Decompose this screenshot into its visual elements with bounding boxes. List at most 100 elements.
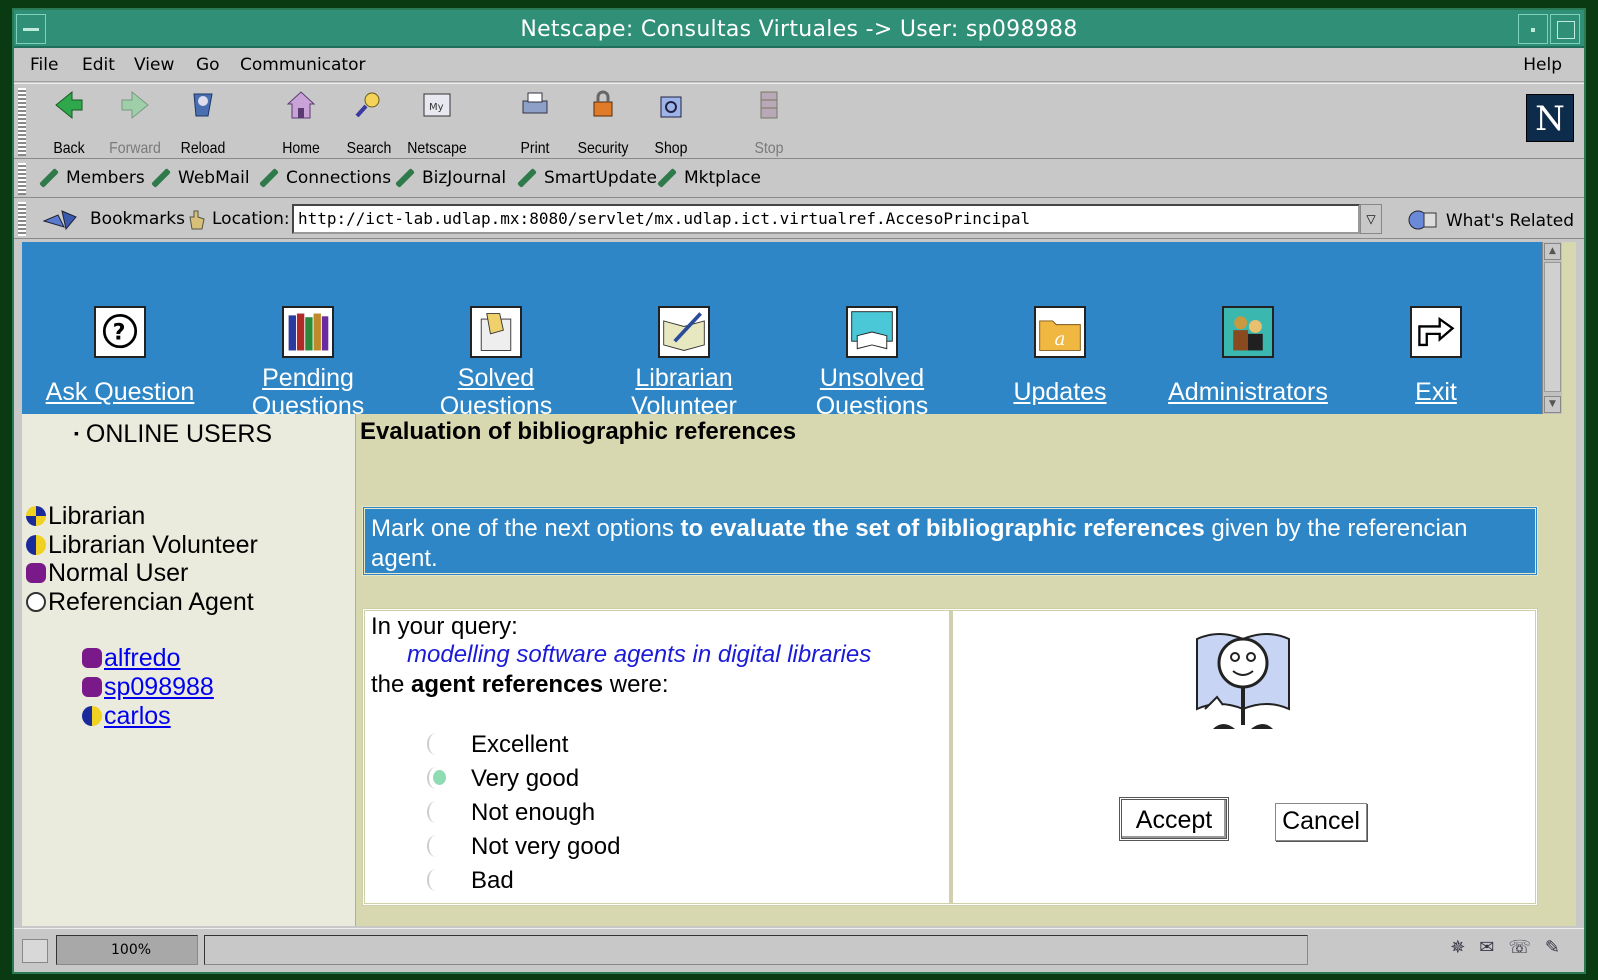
option-very-good[interactable]: Very good — [427, 765, 579, 793]
bookmark-webmail[interactable]: WebMail — [150, 168, 250, 188]
url-input[interactable]: http://ict-lab.udlap.mx:8080/servlet/mx.… — [292, 204, 1360, 234]
option-excellent[interactable]: Excellent — [427, 731, 568, 759]
location-toolbar-grip[interactable] — [18, 202, 26, 236]
pen-icon — [657, 168, 677, 188]
nav-ask-question-link[interactable]: Ask Question — [30, 378, 210, 406]
search-button[interactable]: Search — [334, 88, 404, 158]
location-hand-icon[interactable] — [186, 207, 208, 231]
nav-administrators[interactable]: Administrators — [1158, 306, 1338, 406]
browser-window: Netscape: Consultas Virtuales -> User: s… — [12, 8, 1586, 974]
print-button[interactable]: Print — [500, 88, 570, 158]
location-toolbar: Bookmarks Location: http://ict-lab.udlap… — [14, 199, 1584, 239]
online-users-sidebar: ▪ ONLINE USERS Librarian Librarian Volun… — [22, 414, 356, 926]
nav-pending-questions[interactable]: Pending Questions — [218, 306, 398, 414]
radio-button-selected[interactable] — [427, 767, 446, 789]
nav-ask-question[interactable]: ? Ask Question — [30, 306, 210, 406]
personal-toolbar-grip[interactable] — [18, 163, 26, 195]
writing-book-icon — [658, 306, 710, 358]
reload-icon — [193, 93, 213, 117]
administrators-icon — [1222, 306, 1274, 358]
menu-go[interactable]: Go — [196, 55, 220, 75]
radio-button[interactable] — [427, 733, 445, 755]
nav-pending-questions-link[interactable]: Pending Questions — [218, 364, 398, 414]
toolbar-grip[interactable] — [18, 88, 26, 156]
whats-related-button[interactable]: What's Related — [1406, 209, 1574, 231]
legend-referencian-agent: Referencian Agent — [26, 588, 254, 616]
nav-solved-questions[interactable]: Solved Questions — [406, 306, 586, 414]
bookmarks-button[interactable]: Bookmarks — [90, 209, 185, 229]
radio-button[interactable] — [427, 869, 445, 891]
nav-updates[interactable]: a Updates — [970, 306, 1150, 406]
url-dropdown-button[interactable]: ▽ — [1360, 204, 1382, 234]
monitor-book-icon — [846, 306, 898, 358]
nav-exit-link[interactable]: Exit — [1346, 378, 1526, 406]
shop-button[interactable]: Shop — [636, 88, 706, 158]
stop-button[interactable]: Stop — [734, 88, 804, 158]
online-user[interactable]: carlos — [82, 702, 171, 731]
netscape-button[interactable]: My Netscape — [402, 88, 472, 158]
home-button[interactable]: Home — [266, 88, 336, 158]
minimize-button[interactable] — [1518, 14, 1548, 44]
online-user[interactable]: sp098988 — [82, 673, 214, 702]
radio-button[interactable] — [427, 835, 445, 857]
padlock-icon — [593, 90, 613, 117]
option-not-enough[interactable]: Not enough — [427, 799, 595, 827]
nav-unsolved-questions[interactable]: Unsolved Questions — [782, 306, 962, 414]
bookmark-mktplace[interactable]: Mktplace — [656, 168, 761, 188]
netscape-logo[interactable]: N — [1526, 94, 1574, 142]
query-intro: In your query: — [371, 613, 518, 640]
reload-button[interactable]: Reload — [168, 88, 238, 158]
user-link[interactable]: sp098988 — [104, 673, 214, 701]
legend-librarian: Librarian — [26, 502, 145, 530]
security-lock-icon[interactable] — [22, 939, 48, 963]
scroll-thumb[interactable] — [1544, 262, 1561, 392]
bookmark-bizjournal[interactable]: BizJournal — [394, 168, 506, 188]
mail-icon[interactable]: ✉ — [1479, 937, 1508, 958]
books-icon — [282, 306, 334, 358]
nav-updates-link[interactable]: Updates — [970, 378, 1150, 406]
solved-document-icon — [470, 306, 522, 358]
security-button[interactable]: Security — [568, 88, 638, 158]
maximize-button[interactable] — [1550, 14, 1580, 44]
forward-button[interactable]: Forward — [100, 88, 170, 158]
pen-icon — [517, 168, 537, 188]
search-icon — [355, 92, 380, 118]
menu-communicator[interactable]: Communicator — [240, 55, 365, 75]
status-message — [204, 935, 1308, 965]
cancel-button[interactable]: Cancel — [1275, 803, 1367, 841]
navigator-icon[interactable]: ✵ — [1450, 937, 1479, 958]
nav-librarian-volunteer-link[interactable]: Librarian Volunteer — [594, 364, 774, 414]
menu-edit[interactable]: Edit — [82, 55, 115, 75]
discussions-icon[interactable]: ☏ — [1508, 937, 1545, 958]
option-not-very-good[interactable]: Not very good — [427, 833, 620, 861]
pen-icon — [151, 168, 171, 188]
scroll-down-button[interactable]: ▼ — [1544, 396, 1561, 413]
nav-unsolved-questions-link[interactable]: Unsolved Questions — [782, 364, 962, 414]
legend-normal-user: Normal User — [26, 559, 188, 587]
user-link[interactable]: carlos — [104, 702, 171, 730]
composer-icon[interactable]: ✎ — [1545, 937, 1574, 958]
menu-file[interactable]: File — [30, 55, 58, 75]
back-button[interactable]: Back — [34, 88, 104, 158]
top-frame-scrollbar[interactable]: ▲ ▼ — [1542, 242, 1562, 414]
legend-librarian-volunteer: Librarian Volunteer — [26, 531, 258, 559]
user-link[interactable]: alfredo — [104, 644, 180, 672]
accept-button[interactable]: Accept — [1119, 797, 1229, 841]
print-icon — [522, 92, 548, 114]
nav-solved-questions-link[interactable]: Solved Questions — [406, 364, 586, 414]
bookmark-smartupdate[interactable]: SmartUpdate — [516, 168, 657, 188]
menu-help[interactable]: Help — [1523, 55, 1562, 75]
pen-icon — [395, 168, 415, 188]
option-bad[interactable]: Bad — [427, 867, 514, 895]
scroll-up-button[interactable]: ▲ — [1544, 243, 1561, 260]
nav-administrators-link[interactable]: Administrators — [1158, 378, 1338, 406]
radio-button[interactable] — [427, 801, 445, 823]
bookmarks-icon[interactable] — [42, 207, 86, 231]
svg-text:?: ? — [113, 319, 126, 345]
nav-librarian-volunteer[interactable]: Librarian Volunteer — [594, 306, 774, 414]
bookmark-members[interactable]: Members — [38, 168, 145, 188]
menu-view[interactable]: View — [134, 55, 174, 75]
bookmark-connections[interactable]: Connections — [258, 168, 391, 188]
nav-exit[interactable]: Exit — [1346, 306, 1526, 406]
online-user[interactable]: alfredo — [82, 644, 180, 673]
